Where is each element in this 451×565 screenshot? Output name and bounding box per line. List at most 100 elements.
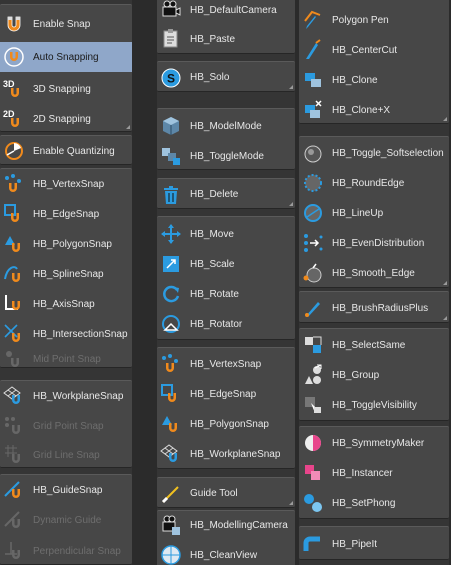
pipe-it-button[interactable]: HB_PipeIt: [299, 529, 449, 559]
mid-point-snap-button[interactable]: Mid Point Snap: [0, 349, 132, 369]
modelling-camera-button[interactable]: HB_ModellingCamera: [157, 511, 295, 539]
clone-button[interactable]: HB_Clone: [299, 65, 449, 95]
toggle-visibility-button[interactable]: HB_ToggleVisibility: [299, 390, 449, 420]
round-edge-label: HB_RoundEdge: [332, 177, 405, 189]
center-cut-button[interactable]: HB_CenterCut: [299, 35, 449, 65]
paste-label: HB_Paste: [190, 33, 236, 45]
grid-point-snap-button[interactable]: Grid Point Snap: [0, 411, 132, 441]
svg-text:2D: 2D: [3, 109, 15, 119]
default-camera-button[interactable]: HB_DefaultCamera: [157, 0, 295, 23]
toggle-visibility-label: HB_ToggleVisibility: [332, 399, 417, 411]
vertex-snap-label: HB_VertexSnap: [33, 178, 105, 190]
move-label: HB_Move: [190, 228, 234, 240]
group-expand-triangle[interactable]: [289, 85, 293, 89]
vertex-snap-button-2[interactable]: HB_VertexSnap: [157, 349, 295, 379]
even-distribution-icon: [302, 232, 324, 254]
guide-tool-icon: [160, 483, 182, 505]
group-expand-triangle[interactable]: [443, 117, 447, 121]
paste-button[interactable]: HB_Paste: [157, 25, 295, 53]
modelling-camera-icon: [160, 514, 182, 536]
group-expand-triangle[interactable]: [443, 316, 447, 320]
group-expand-triangle[interactable]: [126, 125, 130, 129]
workplane-snap-icon: [160, 443, 182, 465]
svg-text:S: S: [167, 71, 175, 85]
vertex-snap-icon: [160, 353, 182, 375]
symmetry-maker-button[interactable]: HB_SymmetryMaker: [299, 428, 449, 458]
phong-icon: [302, 492, 324, 514]
select-same-label: HB_SelectSame: [332, 339, 406, 351]
guide-snap-button[interactable]: HB_GuideSnap: [0, 475, 132, 505]
clean-view-button[interactable]: HB_CleanView: [157, 541, 295, 565]
auto-snapping-label: Auto Snapping: [33, 51, 99, 63]
move-button[interactable]: HB_Move: [157, 219, 295, 249]
solo-group: S HB_Solo: [157, 61, 295, 92]
delete-button[interactable]: HB_Delete: [157, 179, 295, 210]
line-up-button[interactable]: HB_LineUp: [299, 198, 449, 228]
model-mode-button[interactable]: HB_ModelMode: [157, 111, 295, 141]
scale-label: HB_Scale: [190, 258, 235, 270]
intersection-snap-button[interactable]: HB_IntersectionSnap: [0, 319, 132, 349]
grid-line-snap-button[interactable]: Grid Line Snap: [0, 441, 132, 469]
polygon-snap-icon: [160, 413, 182, 435]
group-expand-triangle[interactable]: [289, 202, 293, 206]
workplane-snap-label: HB_WorkplaneSnap: [33, 390, 124, 402]
rotator-button[interactable]: HB_Rotator: [157, 309, 295, 339]
group-label: HB_Group: [332, 369, 380, 381]
select-same-icon: [302, 334, 324, 356]
dynamic-guide-button[interactable]: Dynamic Guide: [0, 505, 132, 535]
snap-palette: Enable Snap Auto Snapping 3D 3D Snapping…: [0, 0, 132, 565]
instancer-label: HB_Instancer: [332, 467, 393, 479]
rotate-button[interactable]: HB_Rotate: [157, 279, 295, 309]
instancer-icon: [302, 462, 324, 484]
polygon-snap-button[interactable]: HB_PolygonSnap: [0, 229, 132, 259]
clone-x-button[interactable]: HB_Clone+X: [299, 95, 449, 125]
guide-snap-icon: [3, 479, 25, 501]
smooth-edge-button[interactable]: HB_Smooth_Edge: [299, 258, 449, 288]
workplane-snap-button-2[interactable]: HB_WorkplaneSnap: [157, 439, 295, 469]
perpendicular-snap-button[interactable]: Perpendicular Snap: [0, 537, 132, 565]
grid-point-snap-icon: [3, 415, 25, 437]
enable-quantizing-button[interactable]: Enable Quantizing: [0, 136, 132, 166]
polygon-snap-button-2[interactable]: HB_PolygonSnap: [157, 409, 295, 439]
vertex-snap-button[interactable]: HB_VertexSnap: [0, 169, 132, 199]
even-distribution-button[interactable]: HB_EvenDistribution: [299, 228, 449, 258]
select-same-button[interactable]: HB_SelectSame: [299, 330, 449, 360]
intersection-snap-icon: [3, 323, 25, 345]
grid-line-snap-icon: [3, 444, 25, 466]
group-expand-triangle[interactable]: [289, 501, 293, 505]
guide-snap-label: HB_GuideSnap: [33, 484, 103, 496]
toggle-mode-button[interactable]: HB_ToggleMode: [157, 141, 295, 171]
camera-icon: [160, 0, 182, 21]
auto-snapping-button[interactable]: Auto Snapping: [0, 42, 132, 72]
line-up-label: HB_LineUp: [332, 207, 384, 219]
2d-snapping-button[interactable]: 2D 2D Snapping: [0, 105, 132, 133]
edge-snap-button-2[interactable]: HB_EdgeSnap: [157, 379, 295, 409]
modelling-camera-label: HB_ModellingCamera: [190, 519, 288, 531]
guide-snap-group: HB_GuideSnap Dynamic Guide Perpendicular…: [0, 474, 132, 565]
element-snap-group-2: HB_VertexSnap HB_EdgeSnap HB_PolygonSnap…: [157, 347, 295, 469]
guide-tool-button[interactable]: Guide Tool: [157, 478, 295, 509]
toggle-softselection-label: HB_Toggle_Softselection: [332, 147, 444, 159]
polygon-pen-button[interactable]: Polygon Pen: [299, 5, 449, 35]
instancer-button[interactable]: HB_Instancer: [299, 458, 449, 488]
spline-snap-button[interactable]: HB_SplineSnap: [0, 259, 132, 289]
scale-button[interactable]: HB_Scale: [157, 249, 295, 279]
pen-clone-group: Polygon Pen HB_CenterCut HB_Clone HB_Clo…: [299, 0, 449, 124]
brush-radius-plus-button[interactable]: HB_BrushRadiusPlus: [299, 292, 449, 324]
set-phong-button[interactable]: HB_SetPhong: [299, 488, 449, 518]
toggle-softselection-button[interactable]: HB_Toggle_Softselection: [299, 138, 449, 168]
3d-snapping-button[interactable]: 3D 3D Snapping: [0, 75, 132, 103]
group-expand-triangle[interactable]: [443, 281, 447, 285]
enable-snap-button[interactable]: Enable Snap: [0, 9, 132, 39]
edge-snap-button[interactable]: HB_EdgeSnap: [0, 199, 132, 229]
solo-button[interactable]: S HB_Solo: [157, 62, 295, 93]
rotator-icon: [160, 313, 182, 335]
mid-point-snap-icon: [3, 348, 25, 370]
soft-selection-icon: [302, 142, 324, 164]
model-mode-label: HB_ModelMode: [190, 120, 262, 132]
axis-snap-button[interactable]: HB_AxisSnap: [0, 289, 132, 319]
workplane-snap-button[interactable]: HB_WorkplaneSnap: [0, 381, 132, 411]
round-edge-button[interactable]: HB_RoundEdge: [299, 168, 449, 198]
brush-group: HB_BrushRadiusPlus: [299, 291, 449, 323]
group-button[interactable]: HB_Group: [299, 360, 449, 390]
